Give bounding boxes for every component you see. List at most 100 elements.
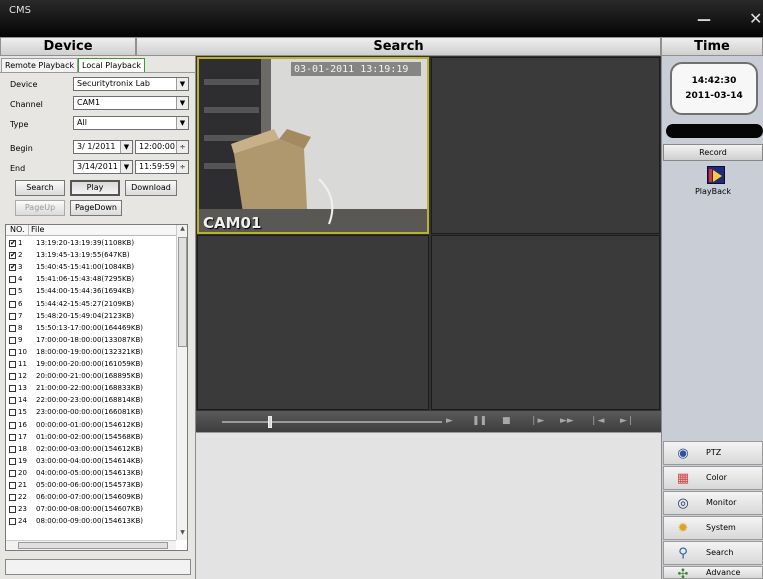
row-checkbox[interactable]	[9, 506, 16, 514]
table-row[interactable]: 21 05:00:00-06:00:00(154573KB)	[6, 480, 176, 491]
row-checkbox[interactable]	[9, 348, 16, 356]
table-row[interactable]: 9 17:00:00-18:00:00(133087KB)	[6, 335, 176, 346]
row-checkbox[interactable]	[9, 373, 16, 381]
table-row[interactable]: 5 15:44:00-15:44:36(1694KB)	[6, 286, 176, 297]
row-checkbox[interactable]	[9, 288, 16, 296]
row-number: 11	[18, 360, 27, 368]
row-checkbox[interactable]	[9, 469, 16, 477]
end-time-spinner[interactable]: 11:59:59 ÷	[135, 160, 189, 174]
table-row[interactable]: 10 18:00:00-19:00:00(132321KB)	[6, 347, 176, 358]
row-checkbox[interactable]: ✔	[9, 264, 16, 272]
table-row[interactable]: 24 08:00:00-09:00:00(154613KB)	[6, 516, 176, 527]
slow-icon[interactable]: ❘►	[530, 416, 544, 426]
prev-frame-icon[interactable]: ❘◄	[590, 416, 604, 426]
table-row[interactable]: 8 15:50:13-17:00:00(164469KB)	[6, 323, 176, 334]
table-row[interactable]: 13 21:00:00-22:00:00(168833KB)	[6, 383, 176, 394]
download-button[interactable]: Download	[125, 180, 177, 196]
row-checkbox[interactable]	[9, 482, 16, 489]
column-header-no[interactable]: NO.	[10, 225, 25, 235]
row-checkbox[interactable]	[9, 300, 16, 308]
record-button[interactable]: Record	[663, 144, 763, 161]
row-checkbox[interactable]: ✔	[9, 240, 16, 247]
row-checkbox[interactable]	[9, 385, 16, 393]
row-checkbox[interactable]	[9, 518, 16, 526]
horizontal-scrollbar[interactable]	[6, 540, 176, 550]
row-checkbox[interactable]	[9, 336, 16, 344]
scroll-down-icon[interactable]: ▼	[177, 529, 187, 539]
table-row[interactable]: 11 19:00:00-20:00:00(161059KB)	[6, 359, 176, 370]
table-row[interactable]: 23 07:00:00-08:00:00(154607KB)	[6, 504, 176, 515]
close-button[interactable]: ✕	[749, 11, 762, 27]
row-checkbox[interactable]	[9, 276, 16, 284]
pagedown-button[interactable]: PageDown	[70, 200, 122, 216]
device-select[interactable]: Securitytronix Lab ▼	[73, 77, 189, 91]
vertical-scrollbar[interactable]: ▲ ▼	[176, 225, 187, 540]
nav-item-search[interactable]: ⚲ Search	[663, 541, 763, 565]
play-button[interactable]: Play	[70, 180, 120, 196]
tab-remote-playback[interactable]: Remote Playback	[1, 58, 79, 72]
search-button[interactable]: Search	[15, 180, 65, 196]
spinner-arrows-icon[interactable]: ÷	[176, 161, 188, 173]
file-list[interactable]: NO. File ✔ 1 13:19:20-13:19:39(1108KB) ✔ 2 13…	[5, 224, 188, 551]
tab-local-playback[interactable]: Local Playback	[78, 58, 145, 72]
table-row[interactable]: 20 04:00:00-05:00:00(154613KB)	[6, 468, 176, 479]
fast-forward-icon[interactable]: ►►	[560, 416, 574, 426]
row-filename: 15:44:00-15:44:36(1694KB)	[36, 287, 135, 296]
scroll-thumb[interactable]	[178, 237, 187, 347]
row-checkbox[interactable]	[9, 361, 16, 368]
spinner-arrows-icon[interactable]: ÷	[176, 141, 188, 153]
nav-item-system[interactable]: ✹ System	[663, 516, 763, 540]
pageup-button[interactable]: PageUp	[15, 200, 65, 216]
begin-date-picker[interactable]: 3/ 1/2011 ▼	[73, 140, 133, 154]
channel-select[interactable]: CAM1 ▼	[73, 96, 189, 110]
table-row[interactable]: 19 03:00:00-04:00:00(154614KB)	[6, 456, 176, 467]
begin-time-spinner[interactable]: 12:00:00 ÷	[135, 140, 189, 154]
video-cell-1[interactable]: 03-01-2011 13:19:19 CAM01	[197, 57, 429, 234]
table-row[interactable]: 22 06:00:00-07:00:00(154609KB)	[6, 492, 176, 503]
table-row[interactable]: ✔ 2 13:19:45-13:19:55(647KB)	[6, 250, 176, 261]
scroll-up-icon[interactable]: ▲	[177, 225, 187, 235]
row-checkbox[interactable]	[9, 494, 16, 502]
nav-item-ptz[interactable]: ◉ PTZ	[663, 441, 763, 465]
nav-item-monitor[interactable]: ◎ Monitor	[663, 491, 763, 515]
progress-track[interactable]	[222, 421, 442, 423]
table-row[interactable]: 4 15:41:06-15:43:48(7295KB)	[6, 274, 176, 285]
table-row[interactable]: 16 00:00:00-01:00:00(154612KB)	[6, 420, 176, 431]
nav-item-advance[interactable]: ✣ Advance	[663, 566, 763, 579]
row-checkbox[interactable]	[9, 433, 16, 441]
next-frame-icon[interactable]: ►❘	[620, 416, 634, 426]
pause-icon[interactable]: ❚❚	[472, 416, 487, 426]
playback-icon[interactable]	[707, 166, 725, 184]
table-row[interactable]: 12 20:00:00-21:00:00(168895KB)	[6, 371, 176, 382]
table-row[interactable]: ✔ 1 13:19:20-13:19:39(1108KB)	[6, 238, 176, 249]
video-cell-3[interactable]	[197, 235, 429, 410]
nav-item-color[interactable]: ▦ Color	[663, 466, 763, 490]
table-row[interactable]: 6 15:44:42-15:45:27(2109KB)	[6, 299, 176, 310]
playback-label[interactable]: PlayBack	[662, 187, 763, 196]
row-checkbox[interactable]	[9, 421, 16, 429]
table-row[interactable]: ✔ 3 15:40:45-15:41:00(1084KB)	[6, 262, 176, 273]
row-number: 22	[18, 493, 27, 502]
row-checkbox[interactable]	[9, 457, 16, 465]
play-icon[interactable]: ►	[446, 416, 453, 426]
video-cell-2[interactable]	[431, 57, 660, 234]
end-date-picker[interactable]: 3/14/2011 ▼	[73, 160, 133, 174]
table-row[interactable]: 15 23:00:00-00:00:00(166081KB)	[6, 407, 176, 418]
row-checkbox[interactable]	[9, 445, 16, 453]
row-checkbox[interactable]	[9, 312, 16, 320]
row-checkbox[interactable]	[9, 324, 16, 332]
row-checkbox[interactable]	[9, 397, 16, 405]
row-checkbox[interactable]	[9, 409, 16, 417]
table-row[interactable]: 18 02:00:00-03:00:00(154612KB)	[6, 444, 176, 455]
stop-icon[interactable]: ■	[502, 416, 511, 426]
scroll-thumb[interactable]	[18, 542, 168, 549]
progress-slider-handle[interactable]	[268, 416, 272, 428]
minimize-button[interactable]: —	[697, 13, 711, 27]
table-row[interactable]: 7 15:48:20-15:49:04(2123KB)	[6, 311, 176, 322]
type-select[interactable]: All ▼	[73, 116, 189, 130]
table-row[interactable]: 17 01:00:00-02:00:00(154568KB)	[6, 432, 176, 443]
video-cell-4[interactable]	[431, 235, 660, 410]
column-header-file[interactable]: File	[28, 225, 44, 235]
row-checkbox[interactable]: ✔	[9, 252, 16, 260]
table-row[interactable]: 14 22:00:00-23:00:00(168814KB)	[6, 395, 176, 406]
